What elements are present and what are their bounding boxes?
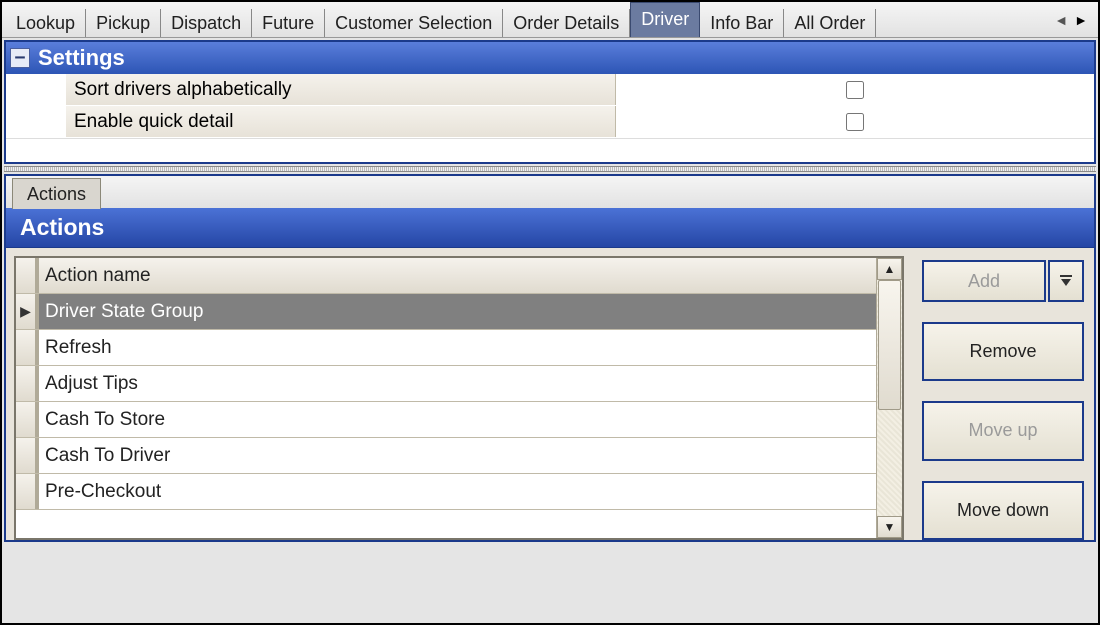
add-button-group: Add (922, 260, 1084, 302)
actions-body: Action name ▶ Driver State Group Refresh… (6, 248, 1094, 540)
tab-info-bar[interactable]: Info Bar (700, 9, 784, 37)
scroll-track[interactable] (877, 280, 902, 516)
row-indicator (16, 402, 36, 437)
remove-button[interactable]: Remove (922, 322, 1084, 381)
row-indent (6, 106, 66, 137)
tab-scroll-left-icon[interactable]: ◄ (1054, 12, 1068, 28)
pane-splitter[interactable] (4, 166, 1096, 172)
row-indicator (16, 366, 36, 401)
tab-scroll-right-icon[interactable]: ► (1074, 12, 1088, 28)
actions-section: Actions Action name ▶ Driver State Group (4, 208, 1096, 542)
tab-lookup[interactable]: Lookup (6, 9, 86, 37)
action-name-cell: Cash To Driver (39, 438, 876, 473)
table-row[interactable]: Pre-Checkout (16, 474, 876, 510)
actions-header: Actions (6, 208, 1094, 248)
tab-customer-selection[interactable]: Customer Selection (325, 9, 503, 37)
move-down-button[interactable]: Move down (922, 481, 1084, 540)
column-header-action-name[interactable]: Action name (39, 258, 876, 293)
action-name-cell: Refresh (39, 330, 876, 365)
row-indicator (16, 474, 36, 509)
settings-spacer (6, 138, 1094, 162)
table-row[interactable]: Refresh (16, 330, 876, 366)
scroll-thumb[interactable] (878, 280, 901, 410)
tab-driver[interactable]: Driver (630, 2, 700, 37)
scroll-up-button[interactable]: ▲ (877, 258, 902, 280)
settings-label: Sort drivers alphabetically (66, 74, 616, 105)
add-button[interactable]: Add (922, 260, 1046, 302)
tabs-container: Lookup Pickup Dispatch Future Customer S… (6, 2, 1048, 37)
tab-scroll-controls: ◄ ► (1048, 12, 1094, 28)
action-name-cell: Pre-Checkout (39, 474, 876, 509)
settings-section: − Settings Sort drivers alphabetically E… (4, 40, 1096, 164)
tab-future[interactable]: Future (252, 9, 325, 37)
row-header-indicator (16, 258, 36, 293)
settings-header: − Settings (6, 42, 1094, 74)
tab-pickup[interactable]: Pickup (86, 9, 161, 37)
sort-alphabetically-checkbox[interactable] (846, 81, 864, 99)
current-row-indicator-icon: ▶ (16, 294, 36, 329)
table-row[interactable]: Cash To Store (16, 402, 876, 438)
actions-buttons-column: Add Remove Move up Move down (904, 248, 1094, 540)
settings-value (616, 106, 1094, 137)
add-dropdown-button[interactable] (1048, 260, 1084, 302)
grid-scrollbar: ▲ ▼ (876, 258, 902, 538)
tab-order-details[interactable]: Order Details (503, 9, 630, 37)
table-row[interactable]: Adjust Tips (16, 366, 876, 402)
table-row[interactable]: Cash To Driver (16, 438, 876, 474)
grid-rows: Action name ▶ Driver State Group Refresh… (16, 258, 876, 538)
table-row[interactable]: ▶ Driver State Group (16, 294, 876, 330)
settings-row-sort: Sort drivers alphabetically (6, 74, 1094, 106)
settings-row-quick-detail: Enable quick detail (6, 106, 1094, 138)
grid-header-row: Action name (16, 258, 876, 294)
tab-dispatch[interactable]: Dispatch (161, 9, 252, 37)
scroll-down-button[interactable]: ▼ (877, 516, 902, 538)
subtab-actions[interactable]: Actions (12, 178, 101, 209)
sub-tabstrip: Actions (4, 174, 1096, 208)
row-indicator (16, 330, 36, 365)
main-tabstrip: Lookup Pickup Dispatch Future Customer S… (2, 2, 1098, 38)
collapse-icon[interactable]: − (10, 48, 30, 68)
action-name-cell: Cash To Store (39, 402, 876, 437)
action-name-cell: Adjust Tips (39, 366, 876, 401)
settings-label: Enable quick detail (66, 106, 616, 137)
dropdown-arrow-icon (1058, 273, 1074, 289)
move-up-button[interactable]: Move up (922, 401, 1084, 460)
action-name-cell: Driver State Group (39, 294, 876, 329)
actions-title: Actions (20, 214, 104, 241)
settings-value (616, 74, 1094, 105)
tab-all-order[interactable]: All Order (784, 9, 876, 37)
quick-detail-checkbox[interactable] (846, 113, 864, 131)
actions-grid: Action name ▶ Driver State Group Refresh… (14, 256, 904, 540)
row-indicator (16, 438, 36, 473)
row-indent (6, 74, 66, 105)
settings-title: Settings (38, 45, 125, 71)
settings-body: Sort drivers alphabetically Enable quick… (6, 74, 1094, 162)
